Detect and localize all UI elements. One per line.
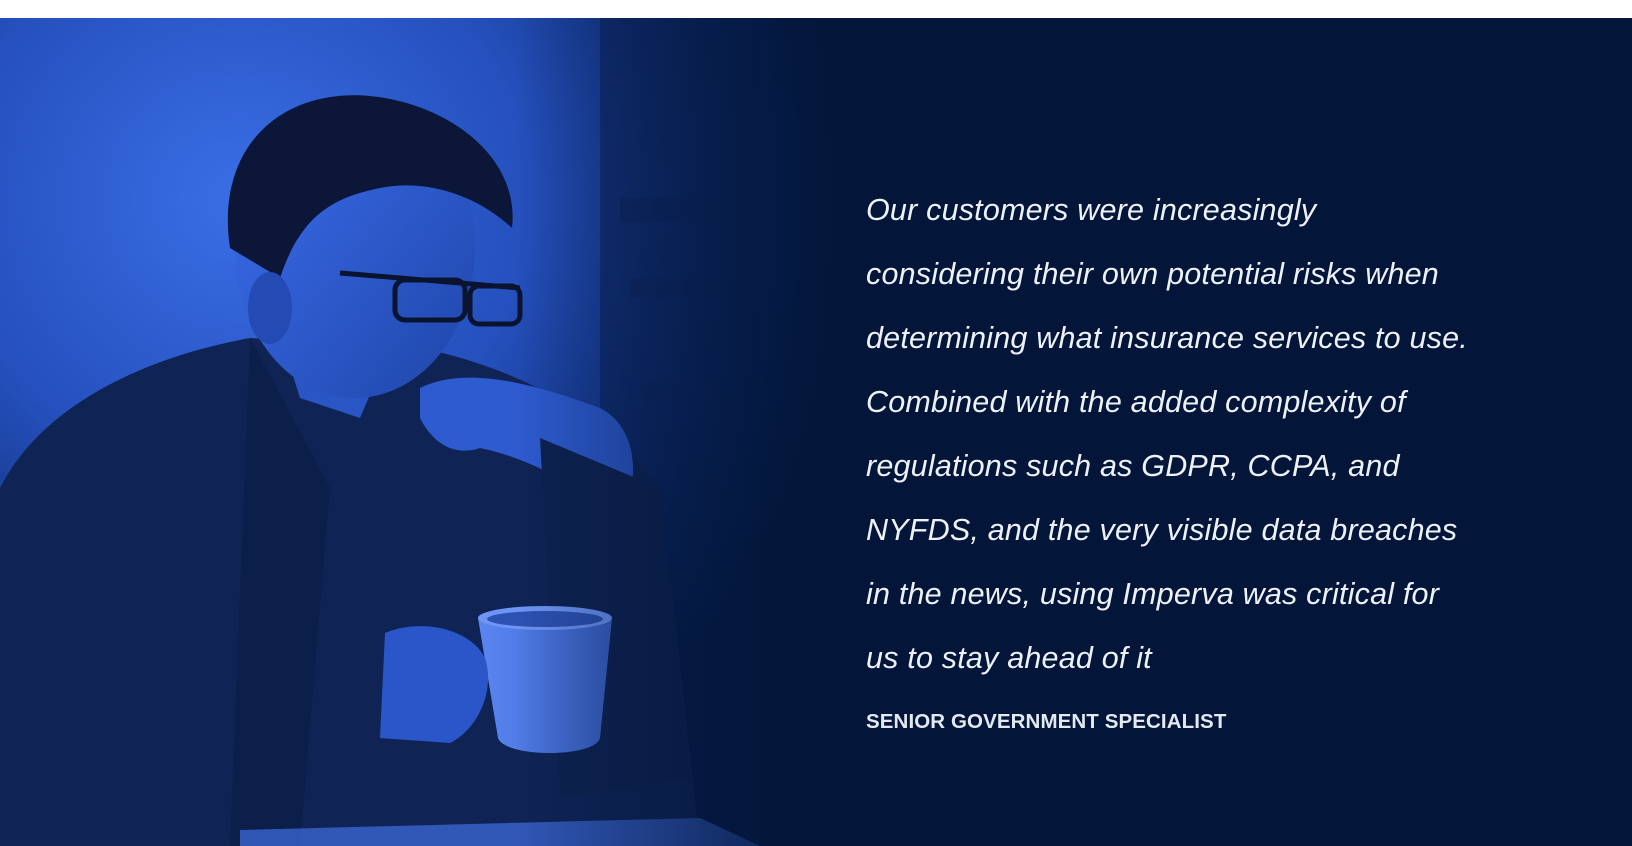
person-with-coffee-mug-photo <box>0 18 860 846</box>
quote-line: NYFDS, and the very visible data breache… <box>866 513 1458 547</box>
testimonial-attribution: SENIOR GOVERNMENT SPECIALIST <box>866 710 1227 733</box>
testimonial-quote-block: Our customers were increasingly consider… <box>866 178 1556 734</box>
testimonial-banner: Our customers were increasingly consider… <box>0 18 1632 846</box>
quote-line: Our customers were increasingly <box>866 193 1317 227</box>
quote-line: us to stay ahead of it <box>866 641 1152 675</box>
quote-line: regulations such as GDPR, CCPA, and <box>866 449 1400 483</box>
quote-line: considering their own potential risks wh… <box>866 257 1439 291</box>
quote-line: Combined with the added complexity of <box>866 385 1406 419</box>
quote-line: determining what insurance services to u… <box>866 321 1468 355</box>
quote-line: in the news, using Imperva was critical … <box>866 577 1440 611</box>
page: Our customers were increasingly consider… <box>0 0 1632 846</box>
testimonial-quote: Our customers were increasingly consider… <box>866 178 1556 690</box>
